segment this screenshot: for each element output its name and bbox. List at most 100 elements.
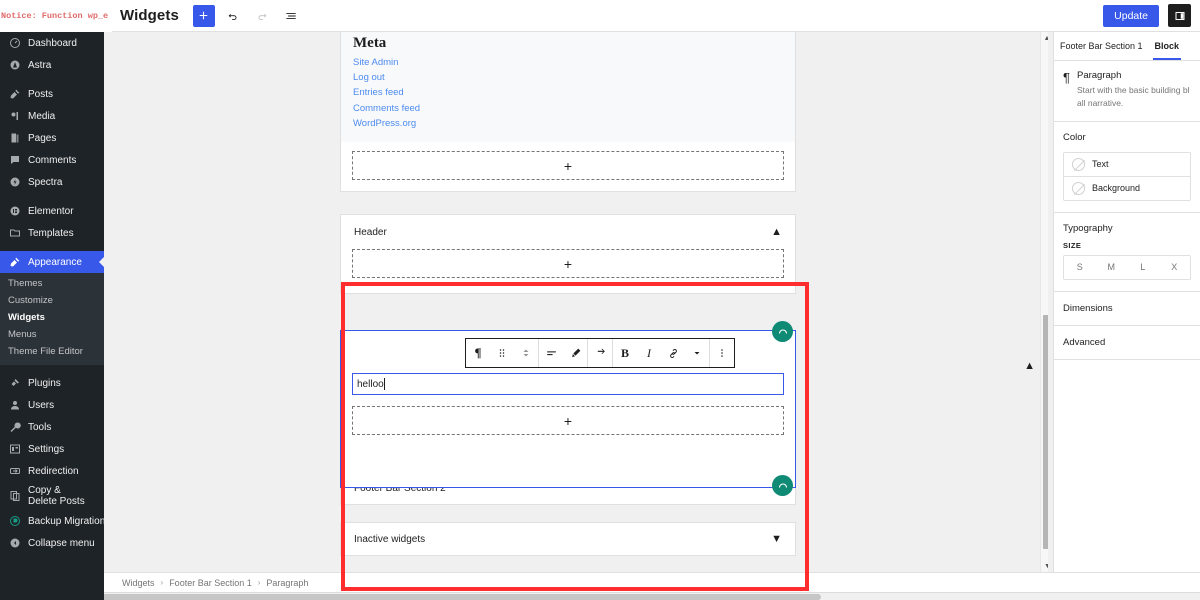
sidebar-item-settings[interactable]: Settings — [0, 438, 104, 460]
sidebar-item-posts[interactable]: Posts — [0, 83, 104, 105]
font-size-option-s[interactable]: S — [1064, 256, 1096, 279]
undo-button[interactable] — [222, 5, 244, 27]
meta-link-log-out[interactable]: Log out — [353, 70, 783, 85]
editor-vertical-scrollbar[interactable]: ▲ ▼ — [1040, 32, 1048, 572]
sidebar-item-collapse-menu[interactable]: Collapse menu — [0, 532, 104, 554]
settings-panel-toggle[interactable] — [1168, 4, 1191, 27]
sidebar-item-plugins[interactable]: Plugins — [0, 372, 104, 394]
sidebar-item-dashboard[interactable]: Dashboard — [0, 32, 104, 54]
transform-icon[interactable] — [588, 339, 612, 367]
sidebar-item-astra[interactable]: Astra — [0, 54, 104, 76]
font-size-picker[interactable]: S M L X — [1063, 254, 1191, 280]
astra-icon — [7, 57, 23, 73]
tab-footer-bar-section-1[interactable]: Footer Bar Section 1 — [1054, 32, 1149, 60]
widget-area-header-bar[interactable]: Header ▲ — [341, 215, 795, 249]
tab-block[interactable]: Block — [1149, 32, 1186, 60]
sidebar-item-copy-delete-posts[interactable]: Copy & Delete Posts — [0, 482, 104, 510]
sidebar-label: Appearance — [28, 256, 82, 268]
submenu-item-theme-file-editor[interactable]: Theme File Editor — [0, 343, 104, 360]
sidebar-item-pages[interactable]: Pages — [0, 127, 104, 149]
submenu-item-menus[interactable]: Menus — [0, 326, 104, 343]
sidebar-item-spectra[interactable]: Spectra — [0, 171, 104, 193]
font-size-option-m[interactable]: M — [1096, 256, 1128, 279]
drag-handle-icon[interactable] — [490, 339, 514, 367]
scroll-helper-badge-top[interactable] — [772, 321, 793, 342]
block-appender-header[interactable]: + — [352, 249, 784, 278]
sidebar-item-tools[interactable]: Tools — [0, 416, 104, 438]
sidebar-item-comments[interactable]: Comments — [0, 149, 104, 171]
backup-migration-icon — [7, 513, 23, 529]
color-option-background[interactable]: Background — [1064, 175, 1190, 200]
block-appender-footer-bar-1[interactable]: + — [352, 406, 784, 435]
font-size-option-l[interactable]: L — [1127, 256, 1159, 279]
toolbar-group-options — [709, 339, 734, 367]
text-color-icon[interactable] — [563, 339, 587, 367]
move-up-down-icon[interactable] — [514, 339, 538, 367]
font-size-label: SIZE — [1063, 240, 1082, 250]
chevron-updown-icon — [523, 349, 529, 357]
bold-icon[interactable]: B — [613, 339, 637, 367]
scroll-up-arrow[interactable]: ▲ — [1041, 32, 1048, 44]
chevron-up-icon[interactable]: ▲ — [771, 226, 782, 238]
plus-icon — [200, 11, 208, 20]
sidebar-item-media[interactable]: Media — [0, 105, 104, 127]
breadcrumb-item-footer-bar-section-1[interactable]: Footer Bar Section 1 — [169, 578, 252, 588]
meta-link-site-admin[interactable]: Site Admin — [353, 55, 783, 70]
plugins-icon — [7, 375, 23, 391]
settings-icon — [7, 441, 23, 457]
sidebar-item-backup-migration[interactable]: Backup Migration — [0, 510, 104, 532]
breadcrumb-item-paragraph[interactable]: Paragraph — [266, 578, 308, 588]
paragraph-block-input[interactable]: helloo — [352, 373, 784, 395]
submenu-item-widgets[interactable]: Widgets — [0, 309, 104, 326]
toolbar-group-format: B I — [612, 339, 709, 367]
add-block-button[interactable] — [192, 4, 215, 27]
submenu-item-customize[interactable]: Customize — [0, 292, 104, 309]
color-option-text[interactable]: Text — [1064, 153, 1190, 176]
posts-icon — [7, 86, 23, 102]
chevron-down-icon-inactive[interactable]: ▼ — [771, 533, 782, 545]
list-view-icon — [286, 12, 296, 19]
redo-button[interactable] — [251, 5, 273, 27]
submenu-item-themes[interactable]: Themes — [0, 275, 104, 292]
sidebar-item-redirection[interactable]: Redirection — [0, 460, 104, 482]
redo-icon — [258, 13, 267, 20]
widget-area-inactive-widgets[interactable]: Inactive widgets ▼ — [340, 522, 796, 556]
page-horizontal-scrollbar[interactable] — [0, 592, 1200, 600]
meta-link-entries-feed[interactable]: Entries feed — [353, 85, 783, 100]
scroll-down-arrow[interactable]: ▼ — [1041, 560, 1048, 572]
chain-link-icon — [669, 348, 677, 358]
dashboard-icon — [7, 35, 23, 51]
paragraph-type-icon[interactable]: ¶ — [466, 339, 490, 367]
meta-link-comments-feed[interactable]: Comments feed — [353, 101, 783, 116]
link-icon[interactable] — [661, 339, 685, 367]
horizontal-scrollbar-thumb[interactable] — [3, 594, 821, 600]
swap-arrows-icon — [597, 348, 605, 354]
sidebar-item-templates[interactable]: Templates — [0, 222, 104, 244]
redirection-icon — [7, 463, 23, 479]
widget-area-title: Inactive widgets — [354, 533, 426, 545]
more-rich-text-icon[interactable] — [685, 339, 709, 367]
sidebar-item-appearance[interactable]: Appearance — [0, 251, 104, 273]
chevron-up-icon-footer-bar-1[interactable]: ▲ — [1024, 360, 1035, 372]
breadcrumb-item-widgets[interactable]: Widgets — [122, 578, 155, 588]
update-button[interactable]: Update — [1103, 4, 1159, 27]
italic-icon[interactable]: I — [637, 339, 661, 367]
block-card-description-line-1: Start with the basic building bl — [1076, 85, 1190, 95]
sidebar-label: Plugins — [28, 377, 61, 389]
sidebar-item-users[interactable]: Users — [0, 394, 104, 416]
sidebar-label: Copy & Delete Posts — [28, 484, 85, 507]
block-options-icon[interactable] — [710, 339, 734, 367]
block-card-description-line-2: all narrative. — [1076, 97, 1124, 108]
align-text-icon[interactable] — [539, 339, 563, 367]
meta-link-wordpress-org[interactable]: WordPress.org — [353, 116, 783, 131]
kebab-menu-icon — [721, 349, 723, 357]
scrollbar-thumb[interactable] — [1043, 315, 1048, 549]
scroll-helper-badge-bottom[interactable] — [772, 475, 793, 496]
list-view-button[interactable] — [280, 5, 302, 27]
sidebar-item-elementor[interactable]: Elementor — [0, 200, 104, 222]
advanced-panel-toggle[interactable]: Advanced — [1054, 326, 1200, 359]
meta-widget-preview[interactable]: Meta Site Admin Log out Entries feed Com… — [341, 32, 795, 143]
font-size-option-xl[interactable]: X — [1159, 256, 1191, 279]
dimensions-panel-toggle[interactable]: Dimensions — [1054, 292, 1200, 325]
block-appender-meta[interactable]: + — [352, 151, 784, 181]
